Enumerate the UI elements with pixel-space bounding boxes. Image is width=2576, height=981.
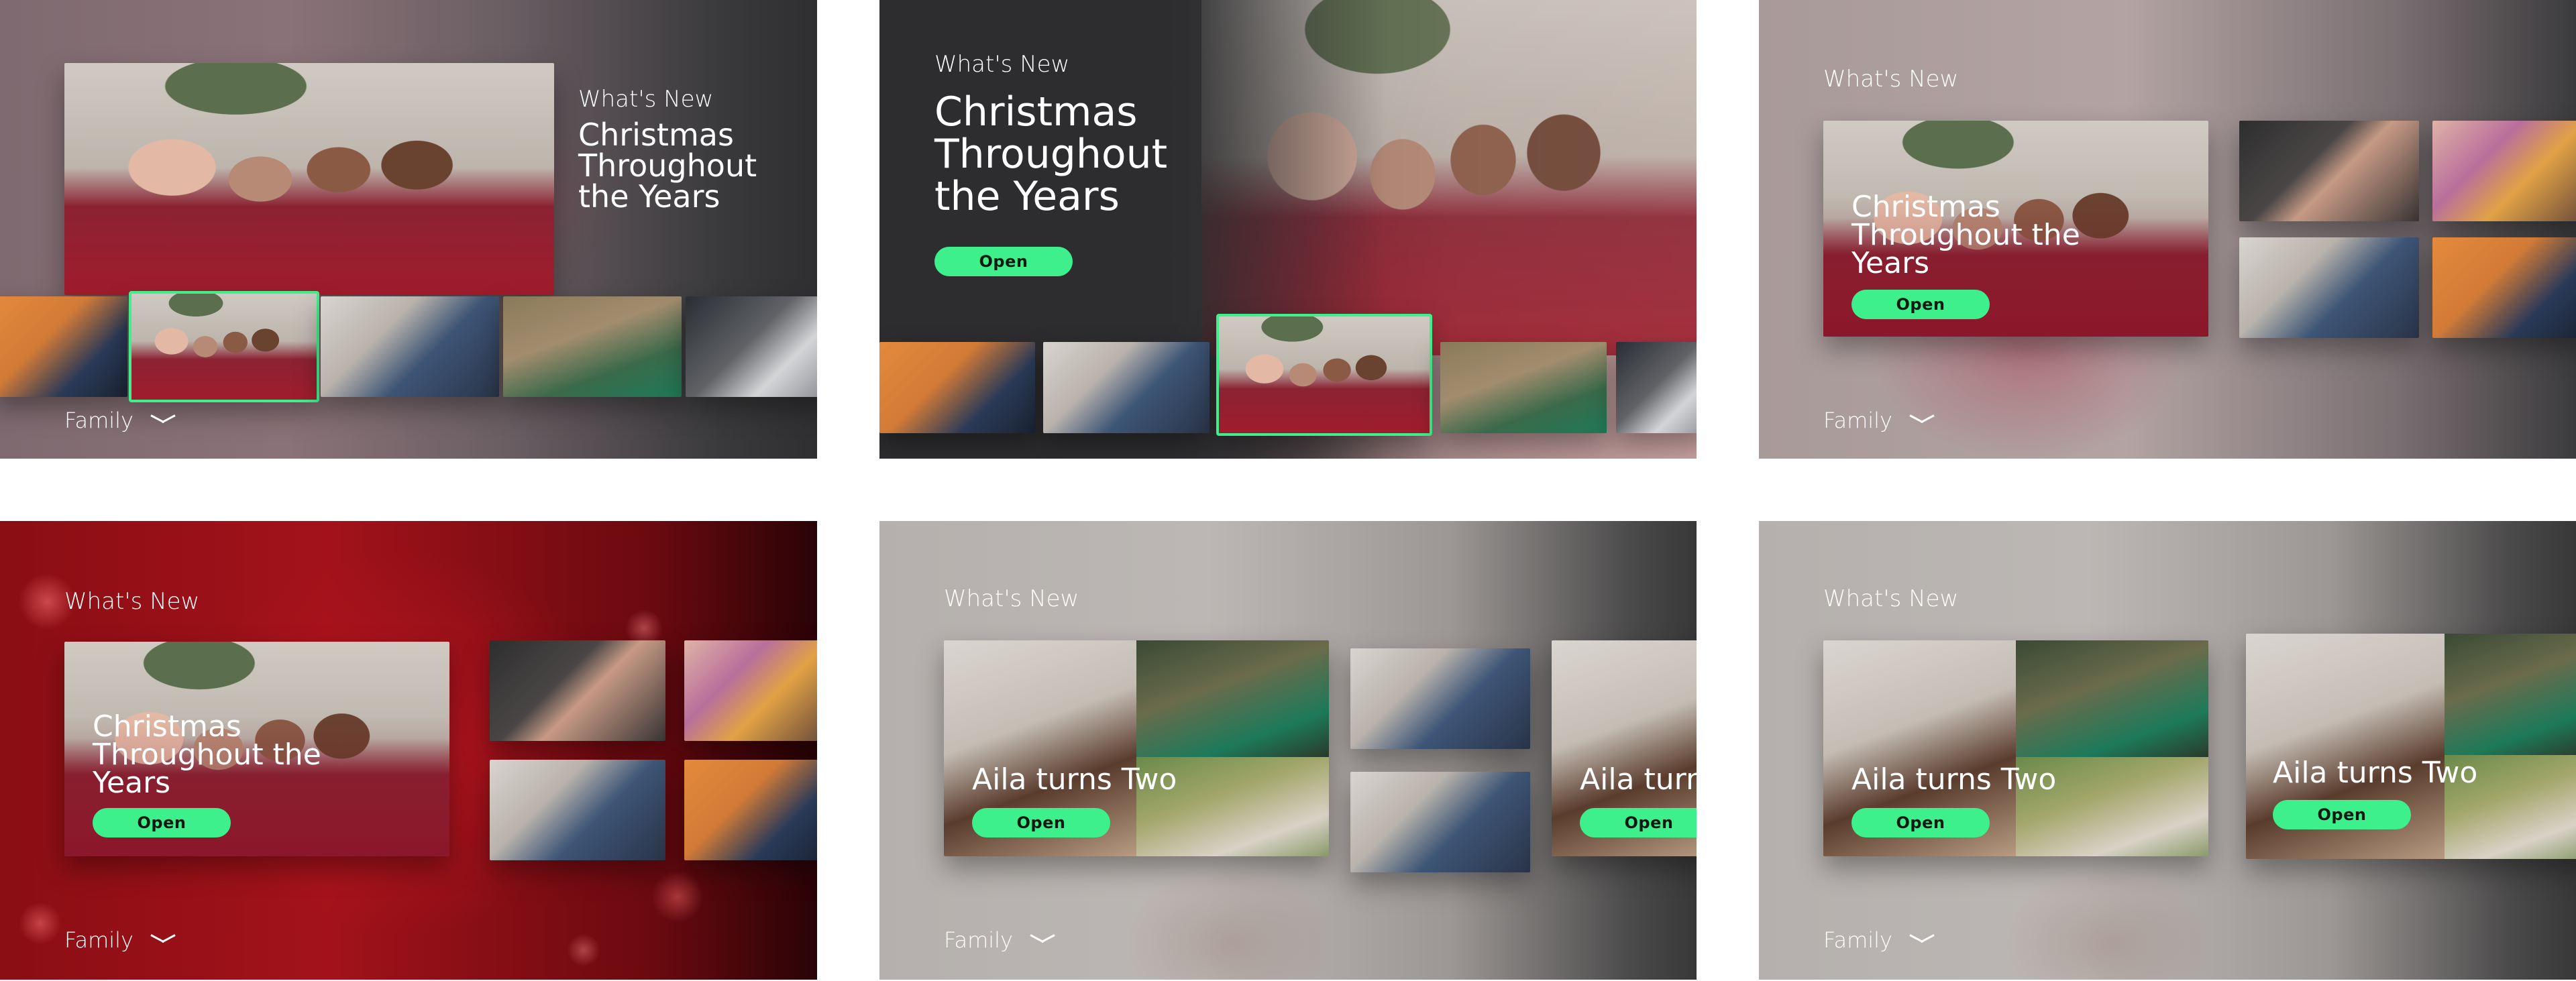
category-label: Family [944,927,1013,953]
thumbnail-photo[interactable] [1350,648,1530,749]
chevron-down-icon [1030,934,1055,946]
thumbnail-photo[interactable] [321,296,499,397]
card-title: Christmas Throughout the Years [1851,190,2080,280]
panel-whats-new-3: What's New Christmas Throughout the Year… [1759,0,2576,459]
chevron-down-icon [1910,414,1934,426]
featured-photo-christmas[interactable] [64,63,554,295]
chevron-down-icon [1910,934,1934,946]
whats-new-label: What's New [64,588,200,615]
thumbnail-photo[interactable] [2432,237,2576,338]
category-label: Family [1823,927,1892,953]
thumbnail-photo[interactable] [0,296,127,397]
category-selector[interactable]: Family [64,927,175,953]
thumbnail-photo-selected[interactable] [129,291,319,402]
thumbnail-photo[interactable] [684,640,817,741]
card-title: Christmas Throughout the Years [93,709,321,800]
next-open-button[interactable]: Open [1580,808,1697,838]
thumbnail-photo-selected[interactable] [1216,314,1432,436]
collage-photo [1136,640,1329,757]
card-title: Aila turns Two [972,762,1177,797]
panel-whats-new-5: What's New Aila turns Two Open Aila turn… [879,521,1697,980]
thumbnail-photo[interactable] [2239,237,2419,338]
chevron-down-icon [151,414,175,426]
category-selector[interactable]: Family [944,927,1055,953]
thumbnail-photo[interactable] [2432,121,2576,221]
thumbnail-photo[interactable] [1350,772,1530,872]
thumbnail-photo[interactable] [490,760,665,860]
featured-title: Christmas Throughout the Years [578,117,757,215]
card-title: Aila turns Two [1851,762,2057,797]
whats-new-label: What's New [578,86,714,113]
category-label: Family [64,927,133,953]
panel-whats-new-1: What's New Christmas Throughout the Year… [0,0,817,459]
thumbnail-photo[interactable] [1616,342,1697,433]
focused-open-button[interactable]: Open [2273,800,2411,829]
thumbnail-photo[interactable] [1043,342,1210,433]
next-card-title: Aila turns Two [1580,765,1697,795]
panel-whats-new-2: What's New Christmas Throughout the Year… [879,0,1697,459]
open-button[interactable]: Open [1851,808,1990,838]
thumbnail-photo[interactable] [879,342,1035,433]
category-selector[interactable]: Family [64,408,175,433]
hero-title: Christmas Throughout the Years [934,89,1168,220]
collage-photo [2016,640,2208,757]
open-button[interactable]: Open [972,808,1110,838]
collage-photo [2444,634,2576,756]
thumbnail-photo[interactable] [686,296,817,397]
panel-whats-new-6: What's New Aila turns Two Open Aila turn… [1759,521,2576,980]
whats-new-label: What's New [1823,585,1959,612]
thumbnail-photo[interactable] [490,640,665,741]
open-button[interactable]: Open [93,808,231,838]
whats-new-label: What's New [944,585,1079,612]
category-selector[interactable]: Family [1823,408,1934,433]
open-button[interactable]: Open [934,247,1073,276]
open-button[interactable]: Open [1851,290,1990,319]
panel-whats-new-4: What's New Christmas Throughout the Year… [0,521,817,980]
thumbnail-photo[interactable] [503,296,682,397]
thumbnail-photo[interactable] [1440,342,1607,433]
chevron-down-icon [151,934,175,946]
whats-new-label: What's New [934,51,1070,78]
thumbnail-photo[interactable] [2239,121,2419,221]
thumbnail-photo[interactable] [684,760,817,860]
focused-card-title: Aila turns Two [2273,756,2478,790]
category-selector[interactable]: Family [1823,927,1934,953]
category-label: Family [1823,408,1892,433]
whats-new-label: What's New [1823,66,1959,93]
category-label: Family [64,408,133,433]
